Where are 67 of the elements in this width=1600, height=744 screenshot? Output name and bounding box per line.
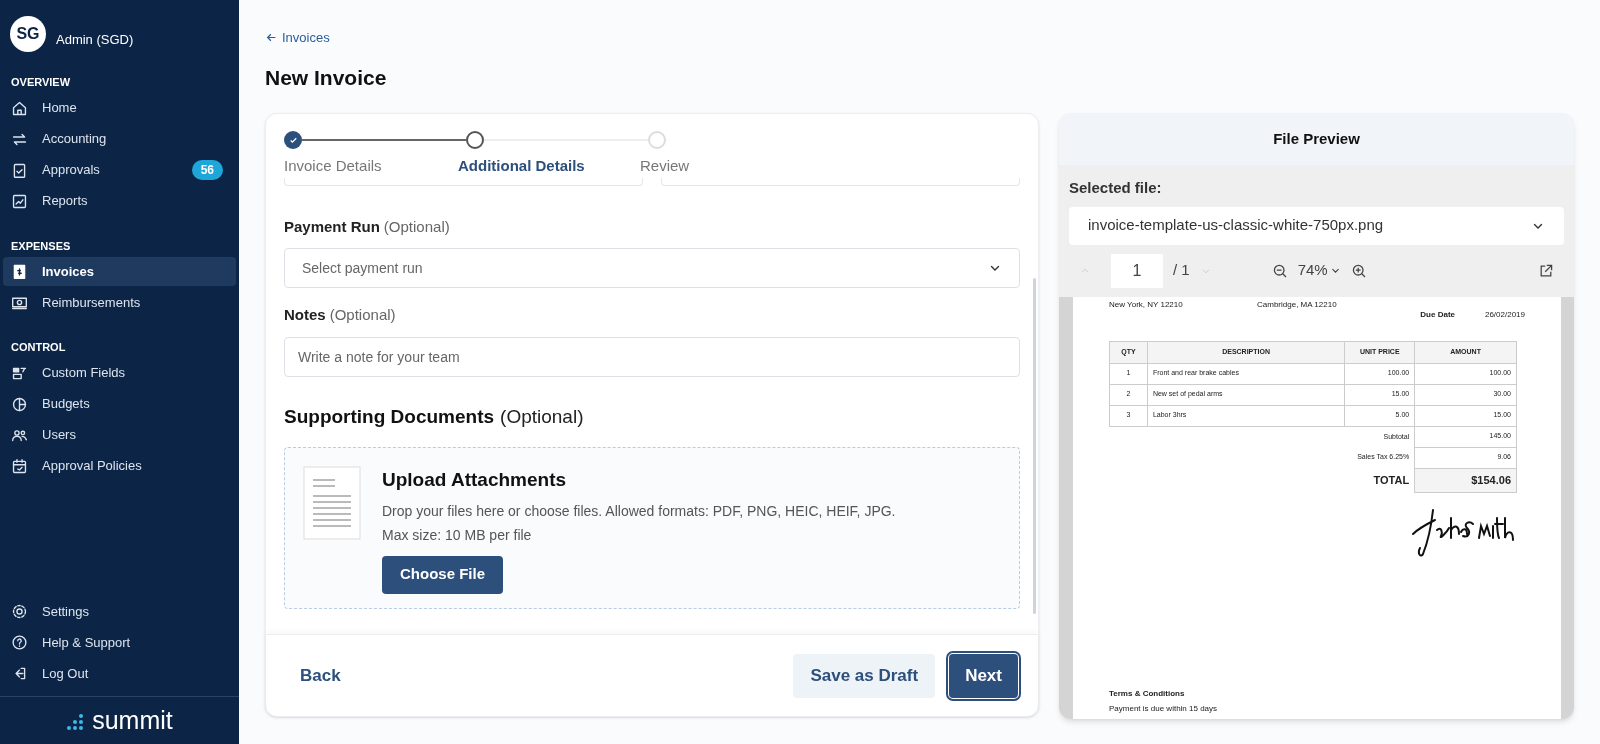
section-heading: OVERVIEW [10, 75, 72, 90]
calendar-icon [11, 457, 28, 475]
home-icon [11, 99, 28, 117]
external-link-icon [1538, 262, 1554, 279]
input-field[interactable] [284, 177, 643, 186]
file-select[interactable]: invoice-template-us-classic-white-750px.png [1069, 206, 1564, 245]
section-heading: EXPENSES [10, 238, 72, 254]
section-title: Supporting Documents [284, 404, 495, 429]
clipboard-icon [11, 161, 28, 179]
zoom-select[interactable]: 74% [1297, 259, 1341, 282]
page-title: New Invoice [265, 64, 388, 91]
nav-item[interactable]: Budgets [3, 389, 236, 419]
section-heading: CONTROL [10, 340, 67, 355]
optional-hint: (Optional) [329, 305, 396, 325]
page-number-input[interactable]: 1 [1111, 253, 1163, 288]
next-button[interactable]: Next [949, 653, 1018, 698]
document-text: New York, NY 12210 [1109, 298, 1184, 311]
chart-icon [11, 192, 28, 210]
user-name: Admin (SGD) [56, 31, 134, 50]
document-text: 26/02/2019 [1483, 308, 1525, 321]
notes-input[interactable]: Write a note for your team [284, 336, 1020, 377]
nav-item[interactable]: Reports [3, 186, 236, 216]
optional-hint: (Optional) [383, 216, 450, 237]
nav-item[interactable]: Help & Support [3, 628, 236, 657]
terms-heading: Terms & Conditions [1109, 688, 1186, 700]
nav-item[interactable]: Reimbursements [3, 288, 236, 317]
upload-title: Upload Attachments [382, 468, 568, 492]
count-badge: 56 [191, 160, 223, 180]
pie-icon [11, 395, 28, 413]
save-draft-button[interactable]: Save as Draft [793, 653, 936, 698]
terms-text: Payment is due within 15 days [1109, 703, 1219, 715]
choose-file-button[interactable]: Choose File [382, 555, 503, 594]
nav-item[interactable]: Users [3, 420, 236, 450]
nav-item[interactable]: Home [3, 93, 236, 123]
nav-item[interactable]: Settings [3, 597, 236, 626]
field-label: Selected file: [1068, 178, 1163, 198]
upload-instructions: Drop your files here or choose files. Allowed formats: PDF, PNG, HEIC, HEIF, JPG. [382, 501, 896, 521]
zoom-out-icon [1271, 262, 1288, 279]
total-label: TOTAL [1344, 468, 1415, 492]
help-icon [11, 634, 28, 651]
nav-item[interactable]: Custom Fields [3, 358, 236, 388]
nav-item[interactable]: Log Out [3, 659, 236, 688]
total-value: $154.06 [1414, 468, 1517, 492]
settings-icon [11, 603, 28, 620]
nav-item[interactable]: Accounting [3, 124, 236, 154]
input-field[interactable] [661, 177, 1020, 186]
logo-wordmark: summit [92, 704, 173, 736]
back-button[interactable]: Back [286, 654, 355, 697]
step-label: Review [640, 156, 691, 176]
document-icon [303, 466, 361, 540]
page-count: / 1 [1173, 260, 1190, 281]
panel-title: File Preview [1059, 113, 1574, 165]
nav-item[interactable]: Approvals 56 [3, 155, 236, 185]
field-label: Payment Run [284, 216, 380, 237]
back-link[interactable]: Invoices [265, 28, 330, 48]
upload-size-limit: Max size: 10 MB per file [382, 525, 533, 545]
avatar: SG [10, 16, 46, 52]
receipt-icon [11, 263, 28, 280]
field-label: Notes [284, 305, 326, 325]
upload-dropzone[interactable]: Upload Attachments Drop your files here or choose files. Allowed formats: PDF, PNG, HEIC, HEIF, JPG. Max size: 10 MB per file Choose File [284, 447, 1020, 609]
document-text: Cambridge, MA 12210 [1257, 298, 1337, 311]
payment-run-select[interactable]: Select payment run [284, 248, 1020, 288]
nav-item[interactable]: Approval Policies [3, 451, 236, 481]
nav-item[interactable]: Invoices [3, 257, 236, 286]
optional-hint: (Optional) [500, 404, 584, 429]
zoom-in-icon [1350, 262, 1367, 279]
document-label: Due Date [1419, 308, 1455, 321]
